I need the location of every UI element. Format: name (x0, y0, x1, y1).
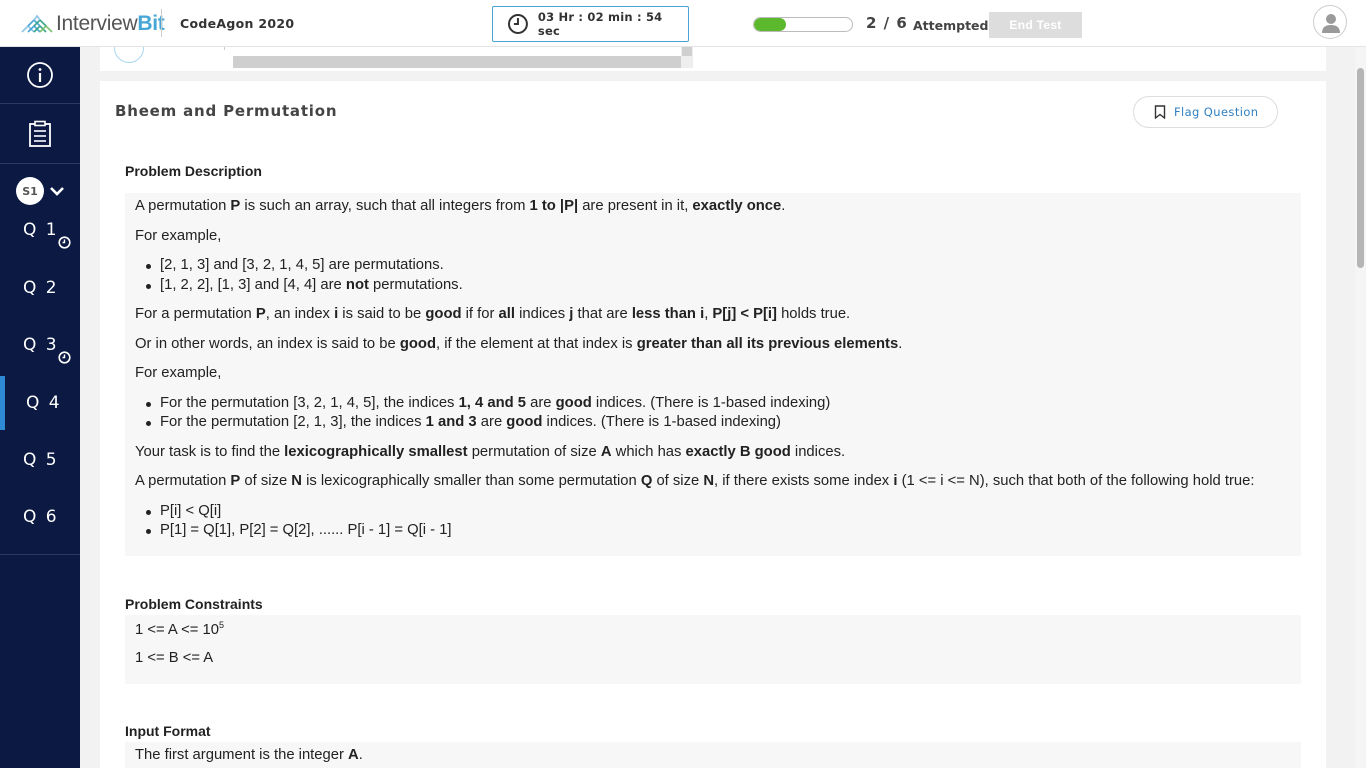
description-line: A permutation P is such an array, such t… (135, 198, 786, 214)
top-bar: InterviewBit CodeAgon 2020 03 Hr : 02 mi… (0, 0, 1366, 47)
description-box: A permutation P is such an array, such t… (125, 193, 1301, 556)
progress-fill (754, 18, 787, 31)
divider (224, 47, 225, 50)
question-label: Q 6 (23, 507, 59, 527)
logo-mark-icon (21, 14, 53, 33)
constraint-line: 1 <= B <= A (135, 650, 214, 666)
constraints-box: 1 <= A <= 105 1 <= B <= A (125, 615, 1301, 684)
question-sidebar: S1 Q 1 Q 2 Q 3 Q 4 Q 5 Q 6 (0, 47, 80, 768)
question-label: Q 5 (23, 450, 59, 470)
description-line: For a permutation P, an index i is said … (135, 306, 851, 322)
horizontal-scrollbar-end[interactable] (681, 47, 693, 68)
description-line: A permutation P of size N is lexicograph… (135, 473, 1255, 489)
list-item: P[1] = Q[1], P[2] = Q[2], ...... P[i - 1… (146, 522, 452, 538)
description-line: For example, (135, 228, 222, 244)
attempted-clock-icon (58, 236, 71, 249)
divider (161, 9, 162, 37)
input-format-line: The first argument is the integer A. (135, 747, 363, 763)
logo-text-prefix: Interview (56, 12, 138, 35)
list-item: [1, 2, 2], [1, 3] and [4, 4] are not per… (146, 277, 463, 293)
input-format-box: The first argument is the integer A. (125, 742, 1301, 768)
chevron-down-icon (50, 187, 64, 196)
attempted-clock-icon (58, 351, 71, 364)
horizontal-scrollbar[interactable] (233, 56, 681, 68)
question-label: Q 3 (23, 335, 59, 355)
list-item: For the permutation [3, 2, 1, 4, 5], the… (145, 395, 831, 411)
user-icon (1322, 14, 1340, 33)
clock-icon (507, 14, 528, 34)
scrollbar-thumb[interactable] (1357, 68, 1364, 268)
previous-panel-edge (100, 33, 1326, 71)
user-avatar[interactable] (1313, 5, 1347, 39)
sidebar-question-4[interactable]: Q 4 (0, 376, 80, 430)
list-item: For the permutation [2, 1, 3], the indic… (146, 414, 781, 430)
constraint-line: 1 <= A <= 105 (135, 620, 224, 638)
description-line: For example, (135, 365, 222, 381)
divider (0, 554, 80, 555)
question-label: Q 4 (26, 393, 62, 413)
sidebar-question-3[interactable]: Q 3 (0, 318, 80, 372)
bookmark-icon (1154, 105, 1166, 119)
end-test-button[interactable]: End Test (989, 12, 1082, 38)
section-badge: S1 (16, 177, 44, 205)
description-heading: Problem Description (125, 163, 262, 179)
sidebar-question-1[interactable]: Q 1 (0, 203, 80, 257)
contest-name: CodeAgon 2020 (180, 16, 295, 31)
constraints-heading: Problem Constraints (125, 596, 263, 612)
sidebar-question-5[interactable]: Q 5 (0, 433, 80, 487)
question-label: Q 2 (23, 278, 59, 298)
interviewbit-logo[interactable]: InterviewBit (20, 11, 165, 37)
timer-text: 03 Hr : 02 min : 54 sec (537, 10, 663, 38)
flag-question-label: Flag Question (1174, 105, 1259, 119)
info-button[interactable] (0, 47, 80, 104)
problem-panel: Bheem and Permutation Flag Question Prob… (100, 81, 1326, 768)
info-icon (27, 62, 53, 88)
input-format-heading: Input Format (125, 723, 211, 739)
attempt-count: 2 / 6 (866, 14, 908, 32)
description-line: Your task is to find the lexicographical… (135, 444, 846, 460)
attempt-label: Attempted (913, 18, 989, 33)
description-line: Or in other words, an index is said to b… (135, 336, 903, 352)
problem-title: Bheem and Permutation (115, 102, 338, 120)
list-item: P[i] < Q[i] (145, 503, 222, 519)
flag-question-button[interactable]: Flag Question (1133, 96, 1278, 128)
attempt-progress-bar (753, 17, 853, 32)
question-label: Q 1 (23, 220, 59, 240)
section-selector[interactable]: S1 (16, 177, 65, 205)
list-item: [2, 1, 3] and [3, 2, 1, 4, 5] are permut… (146, 257, 444, 273)
page-scrollbar[interactable] (1355, 47, 1366, 768)
timer: 03 Hr : 02 min : 54 sec (492, 6, 689, 42)
checklist-icon (29, 120, 51, 147)
sidebar-question-2[interactable]: Q 2 (0, 261, 80, 315)
sidebar-question-6[interactable]: Q 6 (0, 490, 80, 544)
question-list-button[interactable] (0, 104, 80, 164)
